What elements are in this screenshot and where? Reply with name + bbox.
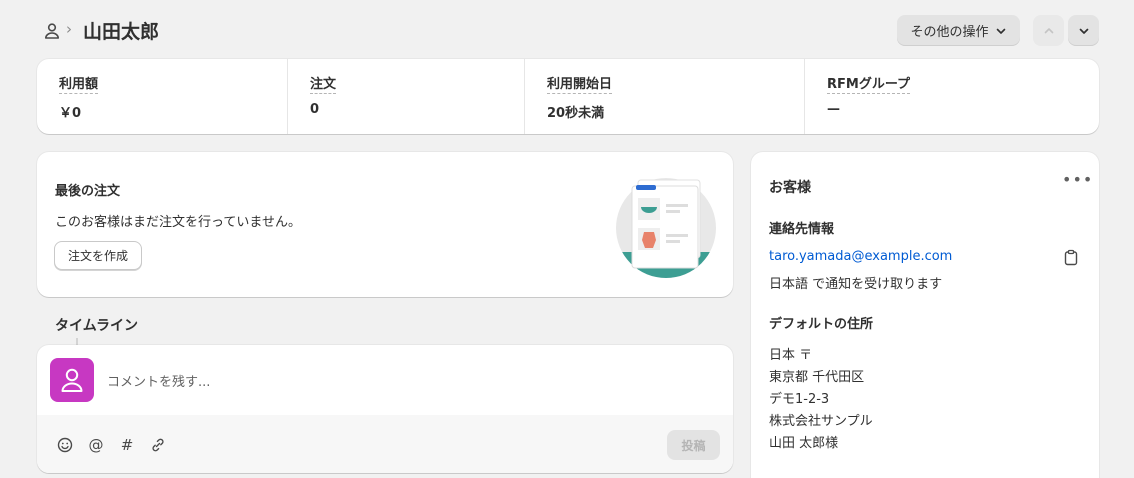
- customer-icon: [45, 23, 59, 39]
- contact-info-title: 連絡先情報: [769, 222, 835, 237]
- stat-label[interactable]: 注文: [310, 73, 337, 94]
- address-line: 日本 〒: [769, 348, 813, 363]
- post-button[interactable]: 投稿: [667, 430, 720, 460]
- chevron-down-icon: [1079, 28, 1088, 34]
- last-order-card: 最後の注文 このお客様はまだ注文を行っていません。 注文を作成: [37, 152, 733, 297]
- emoji-icon[interactable]: [56, 436, 74, 454]
- next-customer-button[interactable]: [1068, 15, 1099, 46]
- breadcrumb-chevron-icon: ›: [66, 20, 72, 38]
- notification-language: 日本語 で通知を受け取ります: [769, 277, 943, 292]
- customer-email-link[interactable]: taro.yamada@example.com: [769, 249, 952, 264]
- address-line: 山田 太郎様: [769, 436, 839, 451]
- chevron-down-icon: [996, 28, 1005, 34]
- timeline-title: タイムライン: [55, 318, 139, 334]
- comment-input[interactable]: コメントを残す...: [107, 371, 210, 390]
- stat-value: ￥0: [59, 106, 82, 121]
- previous-customer-button[interactable]: [1033, 15, 1064, 46]
- hashtag-icon[interactable]: #: [118, 436, 136, 454]
- stat-label[interactable]: RFMグループ: [827, 73, 911, 94]
- customer-card: お客様 ••• 連絡先情報 taro.yamada@example.com 日本…: [751, 152, 1099, 478]
- mention-icon[interactable]: @: [87, 436, 105, 454]
- address-line: 株式会社サンプル: [769, 414, 873, 429]
- last-order-title: 最後の注文: [55, 184, 121, 199]
- chevron-up-icon: [1044, 27, 1053, 33]
- stat-rfm-group: RFMグループ —: [805, 59, 1099, 134]
- more-actions-label: その他の操作: [910, 25, 989, 40]
- address-line: 東京都 千代田区: [769, 370, 865, 385]
- comment-toolbar: @ # 投稿: [37, 415, 733, 473]
- address-line: デモ1-2-3: [769, 392, 830, 407]
- create-order-button[interactable]: 注文を作成: [54, 241, 143, 270]
- comment-box: コメントを残す... @ # 投稿: [37, 345, 733, 473]
- page-title: 山田太郎: [83, 21, 160, 43]
- no-orders-message: このお客様はまだ注文を行っていません。: [55, 215, 301, 230]
- user-avatar-icon: [61, 368, 83, 392]
- copy-clipboard-icon[interactable]: [1063, 249, 1079, 266]
- stat-value: 20秒未満: [547, 106, 605, 121]
- attachment-icon[interactable]: [149, 436, 167, 454]
- empty-orders-illustration: [616, 178, 716, 278]
- stat-value: —: [827, 102, 840, 117]
- default-address-title: デフォルトの住所: [769, 317, 874, 332]
- stat-amount-spent: 利用額 ￥0: [37, 59, 288, 134]
- stat-value: 0: [310, 102, 320, 117]
- customer-stats-card: 利用額 ￥0 注文 0 利用開始日 20秒未満 RFMグループ —: [37, 59, 1099, 134]
- stat-label[interactable]: 利用額: [59, 73, 99, 94]
- stat-orders: 注文 0: [288, 59, 525, 134]
- customer-card-title: お客様: [769, 180, 811, 196]
- stat-label[interactable]: 利用開始日: [547, 73, 613, 94]
- more-actions-button[interactable]: その他の操作: [897, 15, 1020, 46]
- stat-customer-since: 利用開始日 20秒未満: [525, 59, 805, 134]
- more-options-icon[interactable]: •••: [1062, 170, 1093, 189]
- avatar: [50, 358, 94, 402]
